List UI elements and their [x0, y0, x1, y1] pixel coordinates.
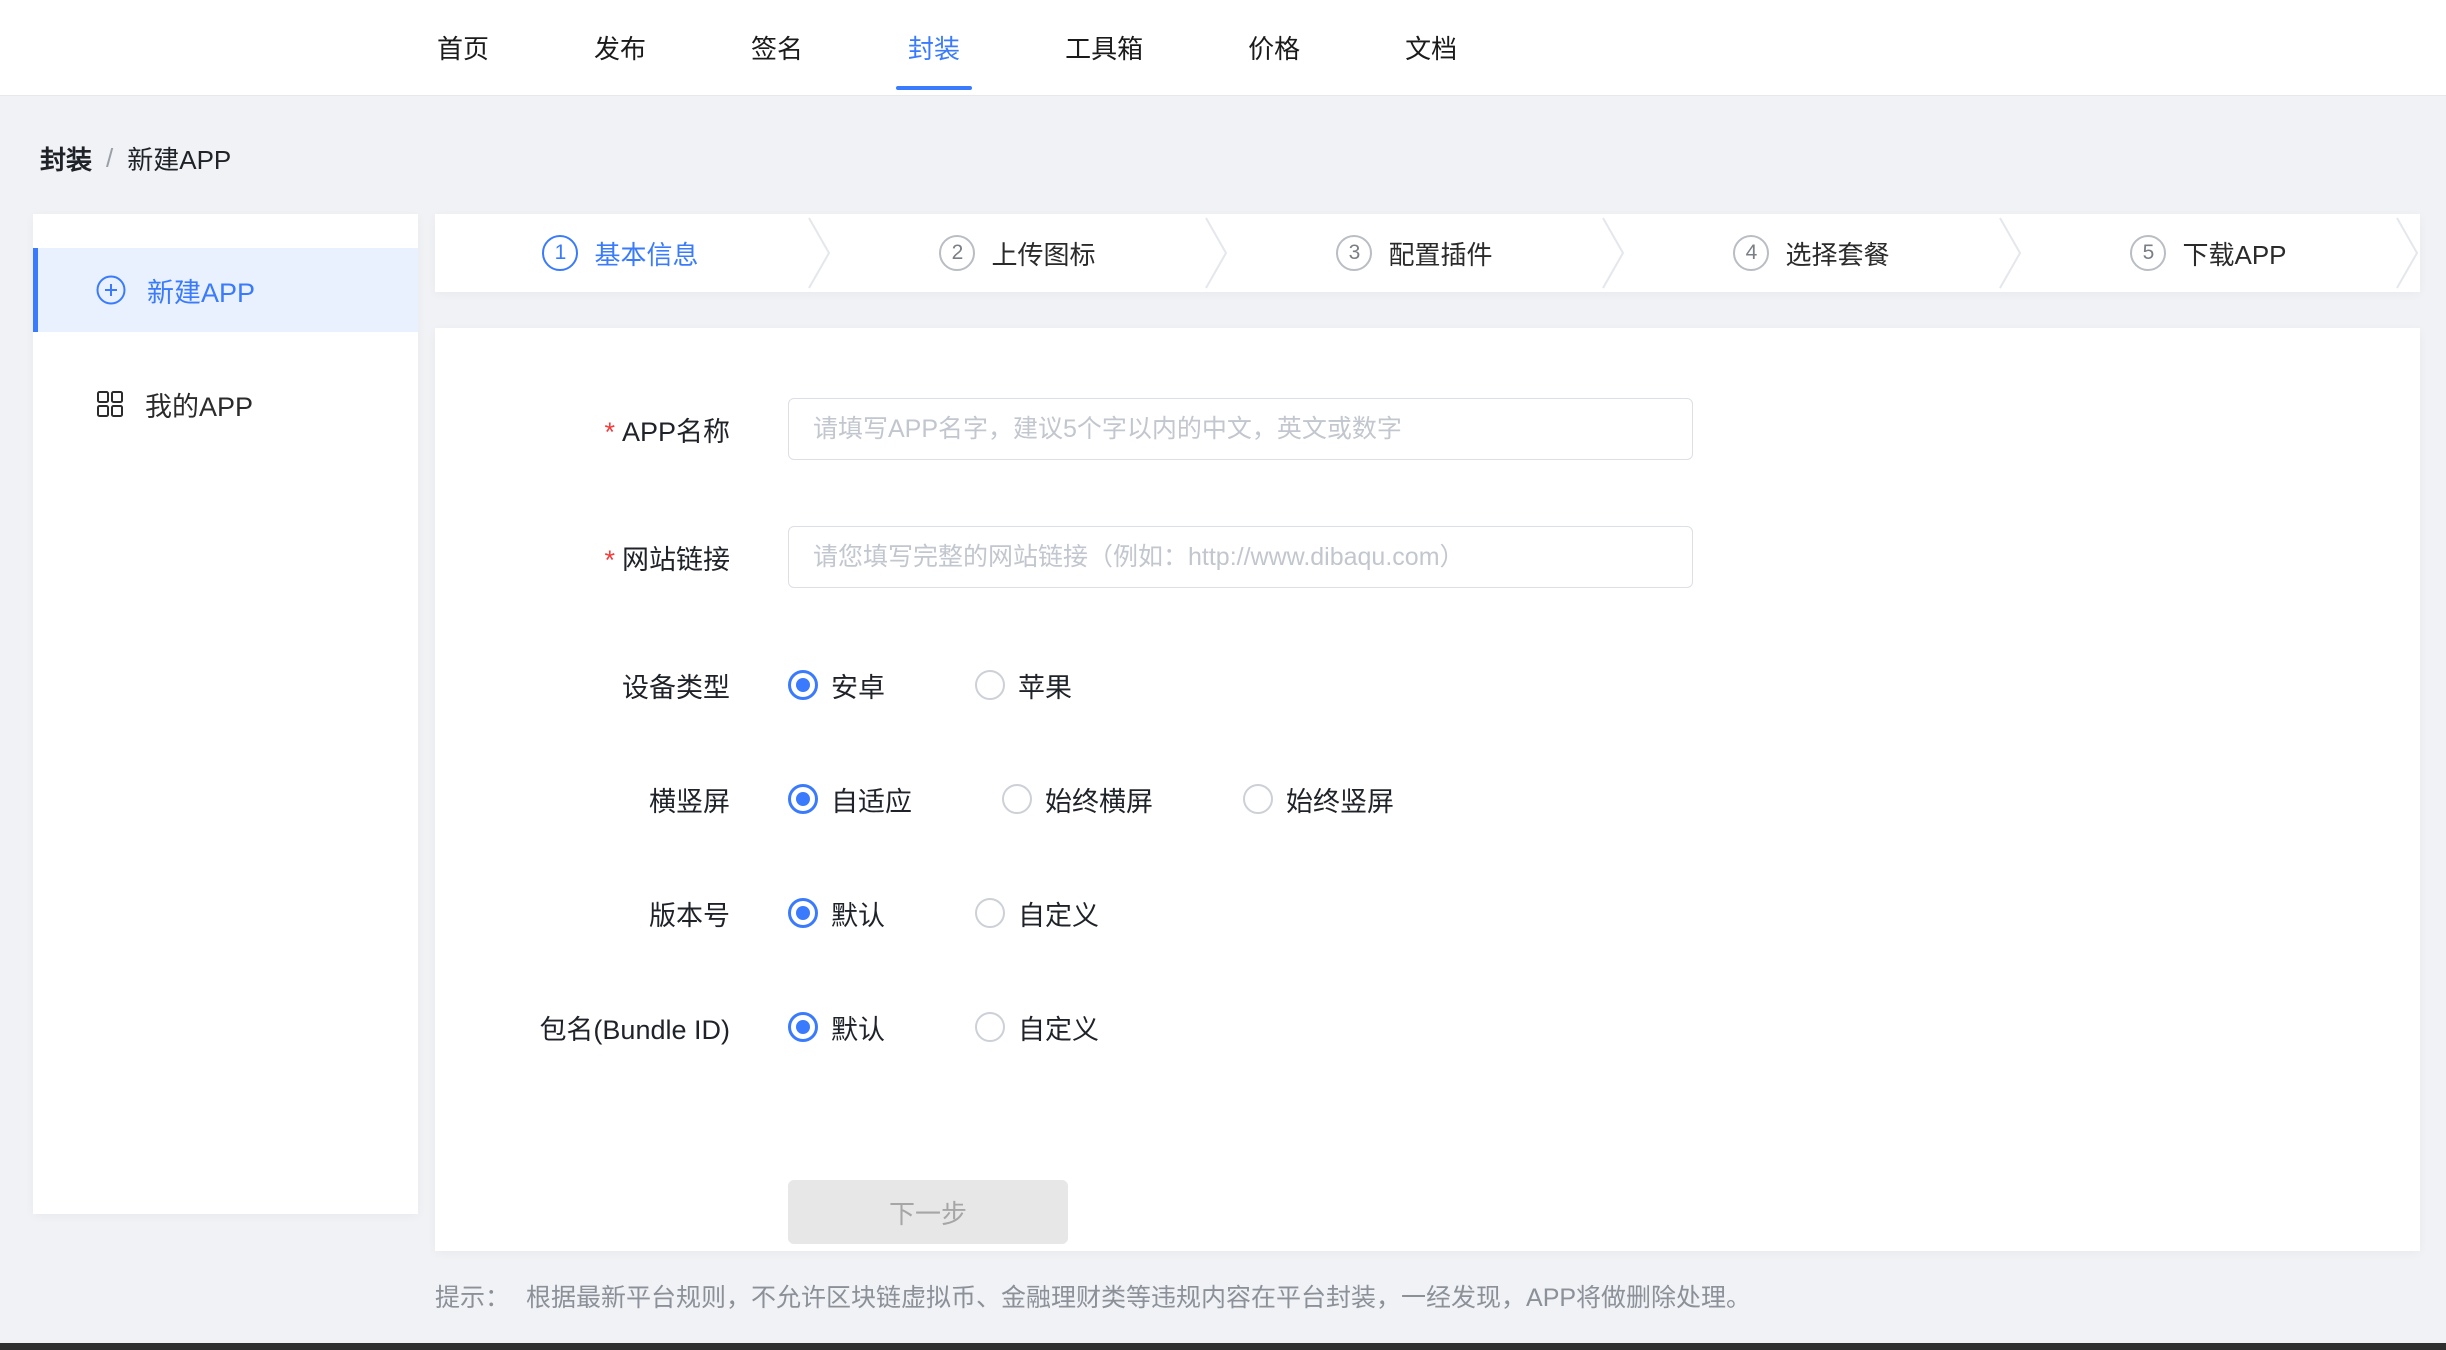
website-label: *网站链接	[435, 538, 730, 577]
step-label: 下载APP	[2182, 235, 2286, 272]
sidebar: 新建APP 我的APP	[33, 214, 418, 1214]
breadcrumb-current: 新建APP	[127, 140, 231, 177]
radio-version-default[interactable]: 默认	[788, 894, 885, 933]
radio-unselected-icon	[975, 898, 1005, 928]
chevron-separator-icon	[1203, 214, 1229, 292]
breadcrumb-separator: /	[106, 143, 113, 174]
bundle-id-label: 包名(Bundle ID)	[435, 1008, 730, 1047]
platform-rule-tip: 提示： 根据最新平台规则，不允许区块链虚拟币、金融理财类等违规内容在平台封装，一…	[435, 1278, 2420, 1314]
step-2-upload-icon[interactable]: 2 上传图标	[832, 214, 1203, 292]
main-panel: 1 基本信息 2 上传图标 3 配置插件 4 选择套餐 5 下载APP	[435, 214, 2420, 1314]
sidebar-item-new-app[interactable]: 新建APP	[33, 248, 418, 332]
content-area: 新建APP 我的APP 1 基本信息 2 上传图标	[0, 214, 2446, 1314]
chevron-separator-icon	[1997, 214, 2023, 292]
chevron-separator-icon	[806, 214, 832, 292]
nav-item-package[interactable]: 封装	[908, 0, 960, 95]
step-number-circle: 1	[542, 235, 578, 271]
steps-bar: 1 基本信息 2 上传图标 3 配置插件 4 选择套餐 5 下载APP	[435, 214, 2420, 292]
nav-item-toolbox[interactable]: 工具箱	[1065, 0, 1143, 95]
device-type-label: 设备类型	[435, 666, 730, 705]
grid-icon	[95, 389, 125, 419]
step-3-configure-plugins[interactable]: 3 配置插件	[1229, 214, 1600, 292]
step-5-download-app[interactable]: 5 下载APP	[2023, 214, 2394, 292]
form-row-orientation: 横竖屏 自适应 始终横屏 始终竖屏	[435, 768, 2420, 830]
breadcrumb: 封装 / 新建APP	[40, 142, 2446, 174]
version-radio-group: 默认 自定义	[788, 894, 1189, 933]
radio-selected-icon	[788, 784, 818, 814]
nav-item-publish[interactable]: 发布	[594, 0, 646, 95]
new-app-form: *APP名称 *网站链接 设备类型 安卓	[435, 328, 2420, 1251]
orientation-radio-group: 自适应 始终横屏 始终竖屏	[788, 780, 1484, 819]
device-type-radio-group: 安卓 苹果	[788, 666, 1162, 705]
website-url-input[interactable]	[788, 526, 1693, 588]
plus-circle-icon	[95, 274, 127, 306]
step-label: 选择套餐	[1785, 235, 1889, 272]
step-4-select-plan[interactable]: 4 选择套餐	[1626, 214, 1997, 292]
sidebar-item-my-app[interactable]: 我的APP	[33, 362, 418, 446]
chevron-separator-icon	[2394, 214, 2420, 292]
nav-item-home[interactable]: 首页	[437, 0, 489, 95]
radio-apple[interactable]: 苹果	[975, 666, 1072, 705]
step-label: 上传图标	[991, 235, 1095, 272]
radio-unselected-icon	[975, 1012, 1005, 1042]
nav-item-price[interactable]: 价格	[1248, 0, 1300, 95]
radio-android[interactable]: 安卓	[788, 666, 885, 705]
radio-unselected-icon	[1243, 784, 1273, 814]
step-number-circle: 5	[2130, 235, 2166, 271]
step-number-circle: 4	[1733, 235, 1769, 271]
form-row-version: 版本号 默认 自定义	[435, 882, 2420, 944]
tip-prefix: 提示：	[435, 1278, 510, 1314]
chevron-separator-icon	[1600, 214, 1626, 292]
radio-bundle-default[interactable]: 默认	[788, 1008, 885, 1047]
radio-unselected-icon	[1002, 784, 1032, 814]
required-asterisk: *	[604, 417, 615, 447]
radio-orientation-auto[interactable]: 自适应	[788, 780, 912, 819]
step-number-circle: 3	[1336, 235, 1372, 271]
app-name-label: *APP名称	[435, 410, 730, 449]
app-name-input[interactable]	[788, 398, 1693, 460]
radio-orientation-portrait[interactable]: 始终竖屏	[1243, 780, 1394, 819]
form-row-device-type: 设备类型 安卓 苹果	[435, 654, 2420, 716]
radio-selected-icon	[788, 1012, 818, 1042]
nav-item-sign[interactable]: 签名	[751, 0, 803, 95]
next-step-button[interactable]: 下一步	[788, 1180, 1068, 1244]
sidebar-item-label: 新建APP	[147, 271, 255, 310]
bundle-id-radio-group: 默认 自定义	[788, 1008, 1189, 1047]
step-1-basic-info[interactable]: 1 基本信息	[435, 214, 806, 292]
radio-version-custom[interactable]: 自定义	[975, 894, 1099, 933]
form-row-website: *网站链接	[435, 526, 2420, 588]
radio-selected-icon	[788, 898, 818, 928]
form-row-app-name: *APP名称	[435, 398, 2420, 460]
radio-orientation-landscape[interactable]: 始终横屏	[1002, 780, 1153, 819]
required-asterisk: *	[604, 545, 615, 575]
step-label: 配置插件	[1388, 235, 1492, 272]
tip-text: 根据最新平台规则，不允许区块链虚拟币、金融理财类等违规内容在平台封装，一经发现，…	[526, 1278, 1751, 1314]
breadcrumb-package[interactable]: 封装	[40, 140, 92, 177]
footer-strip	[0, 1343, 2446, 1350]
radio-unselected-icon	[975, 670, 1005, 700]
version-label: 版本号	[435, 894, 730, 933]
orientation-label: 横竖屏	[435, 780, 730, 819]
form-row-bundle-id: 包名(Bundle ID) 默认 自定义	[435, 996, 2420, 1058]
top-nav: 首页 发布 签名 封装 工具箱 价格 文档	[0, 0, 2446, 96]
step-number-circle: 2	[939, 235, 975, 271]
sidebar-item-label: 我的APP	[145, 385, 253, 424]
step-label: 基本信息	[594, 235, 698, 272]
radio-selected-icon	[788, 670, 818, 700]
nav-item-docs[interactable]: 文档	[1405, 0, 1457, 95]
radio-bundle-custom[interactable]: 自定义	[975, 1008, 1099, 1047]
